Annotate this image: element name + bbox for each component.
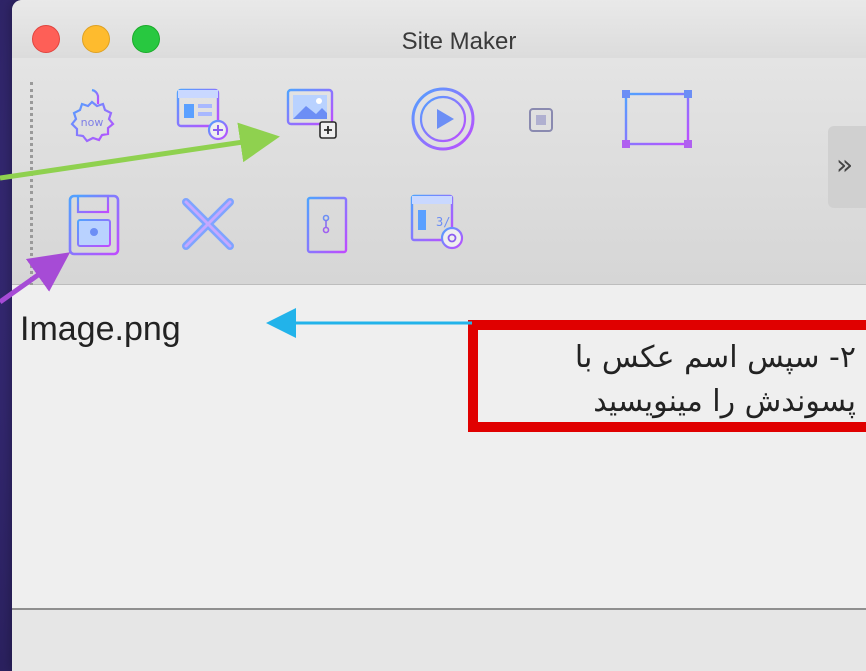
delete-x-icon[interactable] bbox=[178, 194, 238, 254]
add-page-icon[interactable] bbox=[172, 86, 232, 146]
door-icon[interactable] bbox=[302, 192, 352, 256]
now-badge-icon[interactable]: now bbox=[62, 86, 122, 148]
save-floppy-icon[interactable] bbox=[64, 192, 124, 260]
annotation-box: ۲- سپس اسم عکس با پسوندش را مینویسید bbox=[468, 320, 866, 432]
play-video-icon[interactable] bbox=[408, 84, 478, 154]
window-title: Site Maker bbox=[401, 28, 517, 55]
add-image-icon[interactable] bbox=[284, 86, 344, 146]
toolbar-overflow-button[interactable]: » bbox=[828, 126, 866, 208]
title-bar: Site Maker bbox=[12, 0, 866, 59]
svg-text:now: now bbox=[81, 116, 104, 129]
view-source-icon[interactable]: 3/ bbox=[406, 190, 472, 256]
svg-text:3/: 3/ bbox=[436, 215, 450, 229]
annotation-line-2: پسوندش را مینویسید bbox=[593, 384, 856, 419]
overflow-chevron-icon: » bbox=[836, 148, 854, 181]
filename-text[interactable]: Image.png bbox=[20, 310, 181, 349]
toolbar-grip-handle[interactable] bbox=[30, 82, 37, 194]
selection-rectangle-icon[interactable] bbox=[620, 88, 696, 150]
annotation-text: ۲- سپس اسم عکس با پسوندش را مینویسید bbox=[575, 336, 856, 424]
status-bar bbox=[12, 608, 866, 671]
toolbar: now » 3/ bbox=[12, 58, 866, 310]
stop-square-icon[interactable] bbox=[527, 106, 555, 134]
annotation-line-1: ۲- سپس اسم عکس با bbox=[574, 340, 856, 375]
